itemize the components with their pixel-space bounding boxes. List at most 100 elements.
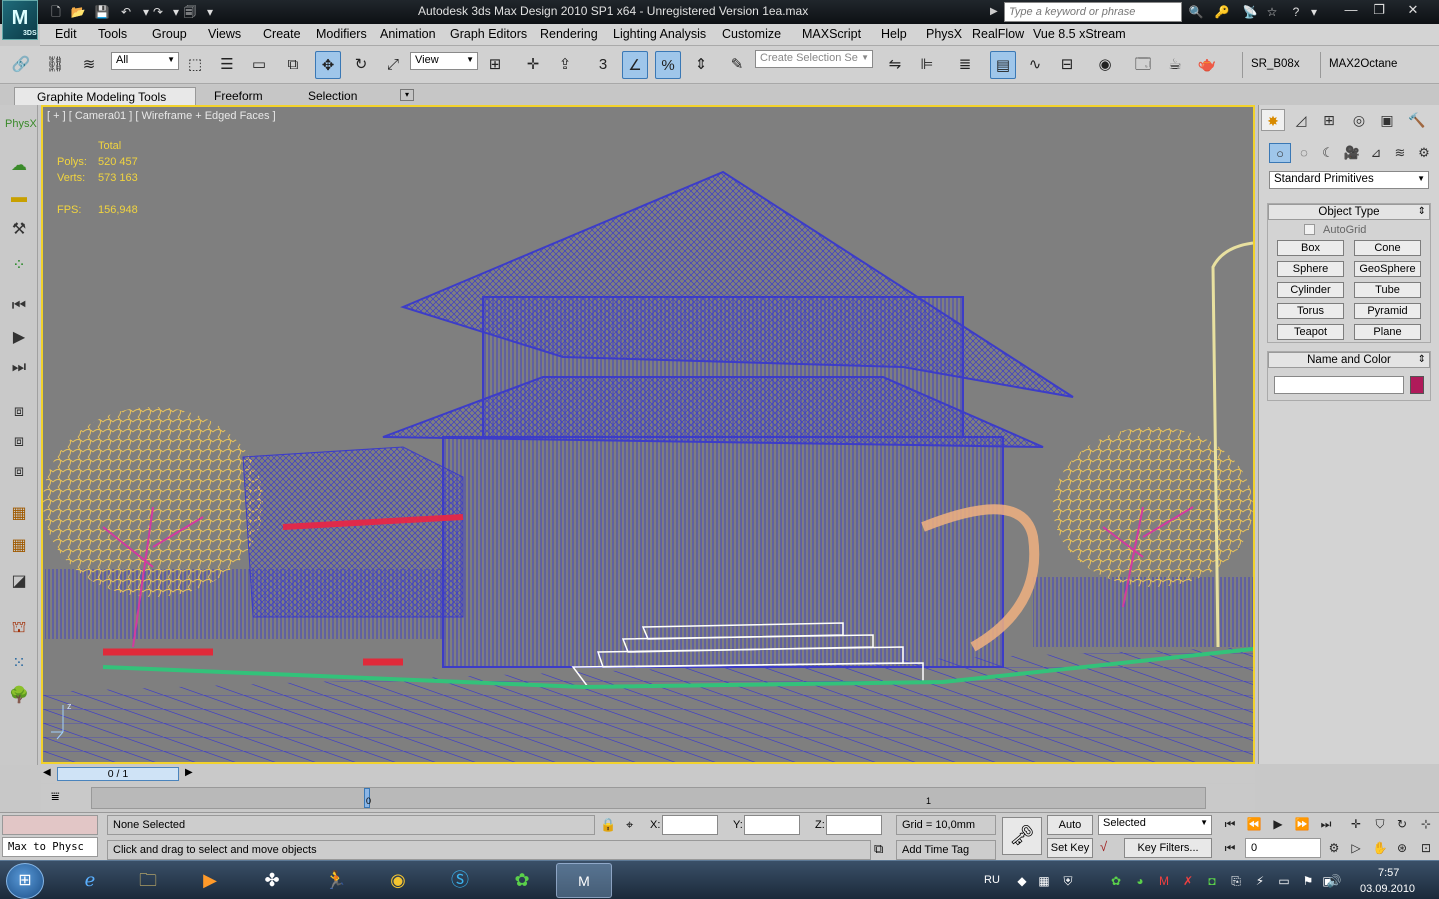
skype-icon[interactable]: Ⓢ	[432, 863, 488, 898]
space-warps-icon[interactable]: ≋	[1389, 143, 1411, 163]
key-mode-toggle-icon[interactable]: ⏮	[1220, 839, 1240, 857]
physx-rigid-icon[interactable]: ▬	[5, 185, 33, 211]
time-slider-prev-icon[interactable]: ◀	[43, 767, 51, 778]
icq-icon[interactable]: ✿	[494, 863, 550, 898]
y-coordinate-input[interactable]	[744, 815, 800, 835]
infocenter-search-icon[interactable]: 🔍	[1186, 3, 1206, 21]
scatter-tool-icon[interactable]: ⛫	[5, 615, 33, 641]
media-player-icon[interactable]: ▶	[182, 863, 238, 898]
create-tab-icon[interactable]: ✸	[1261, 109, 1285, 131]
app-tray-icon[interactable]: ◘	[1204, 873, 1220, 889]
select-and-manipulate-icon[interactable]: ✛	[520, 51, 546, 79]
maxscript-mini-listener[interactable]: Max to Physc	[2, 837, 98, 857]
subscription-center-icon[interactable]: 🔑	[1212, 3, 1232, 21]
menu-help[interactable]: Help	[881, 27, 907, 41]
time-slider[interactable]: 0 / 1	[57, 767, 179, 781]
percent-snap-icon[interactable]: %	[655, 51, 681, 79]
chrome-icon[interactable]: ◉	[370, 863, 426, 898]
teapot-button[interactable]: Teapot	[1277, 324, 1344, 340]
physx-joint-icon[interactable]: ⚒	[5, 217, 33, 243]
save-file-icon[interactable]: 💾	[92, 3, 112, 21]
bind-to-space-warp-icon[interactable]: ≋	[76, 51, 102, 79]
device-tray-icon[interactable]: ⎘	[1228, 873, 1244, 889]
shapes-icon[interactable]: ◌	[1293, 143, 1315, 163]
tab-graphite-modeling-tools[interactable]: Graphite Modeling Tools	[14, 87, 196, 105]
monitor-tray-icon[interactable]: ▭	[1276, 873, 1292, 889]
material-editor-icon[interactable]: ◉	[1092, 51, 1118, 79]
autogrid-checkbox[interactable]: AutoGrid	[1304, 224, 1366, 236]
viewport-label[interactable]: [ + ] [ Camera01 ] [ Wireframe + Edged F…	[47, 110, 276, 122]
physx-simulate-icon[interactable]: ☁	[5, 153, 33, 179]
selection-lock-icon[interactable]: 🔒	[600, 817, 616, 833]
menu-animation[interactable]: Animation	[380, 27, 436, 41]
object-color-swatch[interactable]	[1410, 376, 1424, 394]
communication-center-icon[interactable]: 📡	[1240, 3, 1260, 21]
pivot-center-icon[interactable]: ⊞	[482, 51, 508, 79]
project-folder-icon[interactable]: 🗐	[180, 3, 200, 21]
snaps-toggle-icon[interactable]: 3	[590, 51, 616, 79]
menu-views[interactable]: Views	[208, 27, 241, 41]
open-file-icon[interactable]: 📂	[68, 3, 88, 21]
sr-b08x-button[interactable]: SR_B08x	[1242, 52, 1308, 78]
menu-realflow[interactable]: RealFlow	[972, 27, 1024, 41]
geosphere-button[interactable]: GeoSphere	[1354, 261, 1421, 277]
minimize-icon[interactable]: —	[1336, 0, 1366, 20]
tab-selection[interactable]: Selection	[308, 87, 357, 105]
object-type-header[interactable]: Object Type	[1268, 204, 1430, 220]
open-mini-curve-editor-icon[interactable]: ⩸	[51, 788, 60, 805]
named-selection-input[interactable]: Create Selection Se	[755, 50, 873, 68]
curve-editor-icon[interactable]: ∿	[1022, 51, 1048, 79]
maxscript-mini-listener-top[interactable]	[2, 815, 98, 835]
field-of-view-icon[interactable]: ▷	[1346, 839, 1366, 857]
mcafee-tray-icon[interactable]: M	[1156, 873, 1172, 889]
clock-date[interactable]: 03.09.2010	[1360, 883, 1415, 895]
current-frame-input[interactable]: 0	[1245, 838, 1321, 858]
search-input[interactable]: Type a keyword or phrase	[1004, 2, 1182, 22]
language-indicator[interactable]: RU	[984, 874, 1000, 886]
render-production-icon[interactable]: 🫖	[1194, 51, 1220, 79]
close-icon[interactable]: ✕	[1398, 0, 1428, 20]
display-tab-icon[interactable]: ▣	[1375, 109, 1399, 131]
mirror-icon[interactable]: ⇋	[882, 51, 908, 79]
fan-app-icon[interactable]: ✤	[244, 863, 300, 898]
track[interactable]: 0 1	[91, 787, 1206, 809]
add-time-tag[interactable]: Add Time Tag	[896, 840, 996, 860]
time-slider-next-icon[interactable]: ▶	[185, 767, 193, 778]
graphite-toggle-icon[interactable]: ▤	[990, 51, 1016, 79]
pyramid-button[interactable]: Pyramid	[1354, 303, 1421, 319]
ribbon-dropdown-icon[interactable]: ▾	[400, 89, 414, 101]
rectangular-selection-icon[interactable]: ▭	[246, 51, 272, 79]
maximize-icon[interactable]: ❐	[1364, 0, 1394, 20]
cameras-icon[interactable]: 🎥	[1341, 143, 1363, 163]
redo-icon[interactable]: ↷	[148, 3, 168, 21]
physx-particles-icon[interactable]: ⁘	[5, 253, 33, 279]
menu-group[interactable]: Group	[152, 27, 187, 41]
unlink-selection-icon[interactable]: ⛓	[42, 51, 68, 79]
name-and-color-header[interactable]: Name and Color	[1268, 352, 1430, 368]
play-icon[interactable]: ▶	[5, 325, 33, 351]
3ds-max-task-icon[interactable]: M	[556, 863, 612, 898]
set-key-icon[interactable]: 🗝	[1002, 817, 1042, 855]
orbit-camera-icon[interactable]: ⊛	[1392, 839, 1412, 857]
default-tangent-icon[interactable]: √	[1100, 839, 1107, 854]
orbit-icon[interactable]: ⛉	[1370, 815, 1390, 833]
window-crossing-icon[interactable]: ⧉	[280, 51, 306, 79]
menu-lighting-analysis[interactable]: Lighting Analysis	[613, 27, 706, 41]
hand-pan-icon[interactable]: ✋	[1370, 839, 1390, 857]
schematic-view-icon[interactable]: ⊟	[1054, 51, 1080, 79]
go-to-start-icon[interactable]: ⏮	[5, 293, 33, 319]
update-tray-icon[interactable]: ⚡	[1252, 873, 1268, 889]
edit-named-selection-icon[interactable]: ✎	[724, 51, 750, 79]
select-and-rotate-icon[interactable]: ↻	[348, 51, 374, 79]
maximize-viewport-icon[interactable]: ⊡	[1416, 839, 1436, 857]
zoom-extents-icon[interactable]: ⊹	[1416, 815, 1436, 833]
explorer-folder-icon[interactable]: 🗀	[120, 863, 176, 898]
clock-time[interactable]: 7:57	[1378, 867, 1399, 879]
dolly-icon[interactable]: ↻	[1392, 815, 1412, 833]
new-file-icon[interactable]: 🗋	[46, 3, 66, 21]
volume-tray-icon[interactable]: 🔊	[1326, 873, 1342, 889]
help-icon[interactable]: ?	[1286, 3, 1306, 21]
x-coordinate-input[interactable]	[662, 815, 718, 835]
application-button[interactable]: M 3DS	[2, 0, 38, 40]
tree-tool-icon[interactable]: 🌳	[5, 683, 33, 709]
